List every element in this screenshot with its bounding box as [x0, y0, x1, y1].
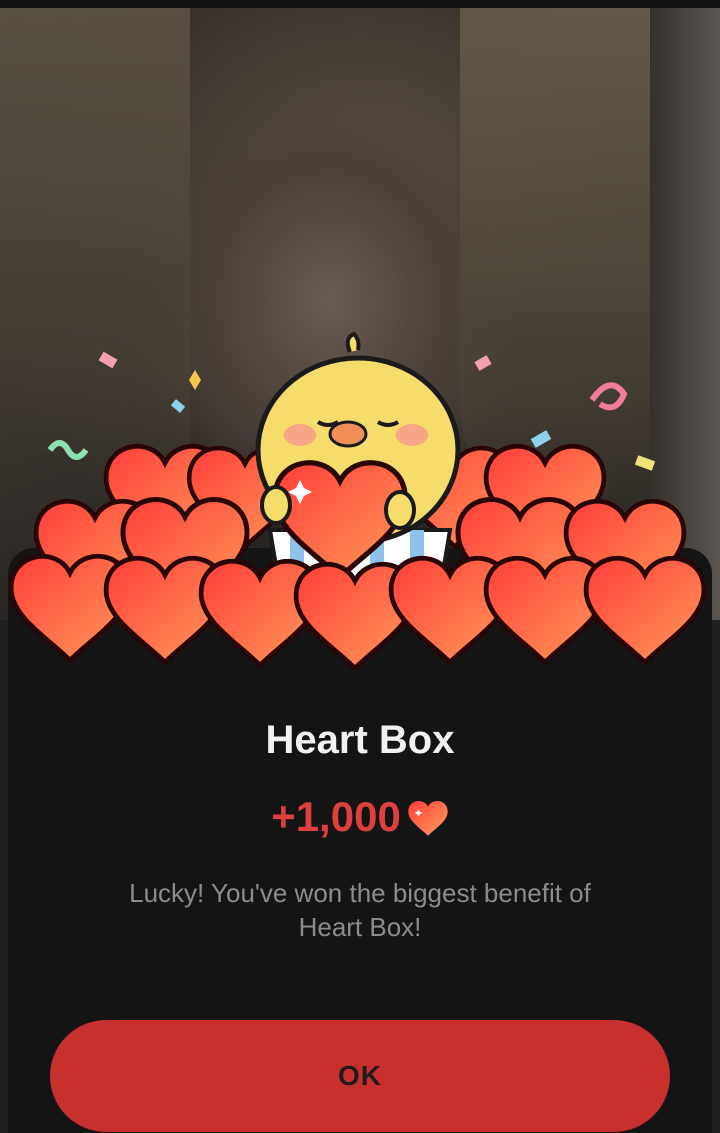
chick-mascot: [255, 331, 461, 592]
dialog-title: Heart Box: [265, 718, 455, 762]
ok-button[interactable]: OK: [50, 1020, 670, 1132]
heart-box-illustration: [0, 331, 720, 670]
reward-row: +1,000: [0, 793, 720, 841]
reward-message: Lucky! You've won the biggest benefit of…: [129, 878, 591, 942]
heart-icon: [408, 800, 448, 836]
status-bar-edge: [0, 0, 720, 8]
reward-amount: +1,000: [271, 793, 401, 840]
